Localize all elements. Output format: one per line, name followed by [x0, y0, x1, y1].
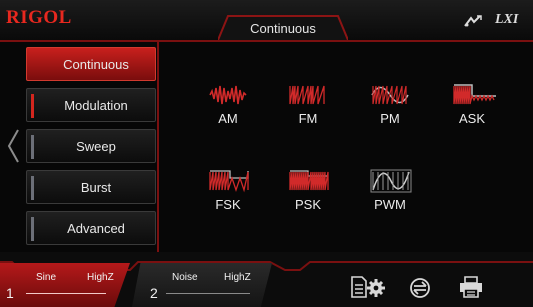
mod-pwm-tile[interactable]: PWM — [358, 168, 422, 214]
channel-number: 2 — [150, 285, 158, 301]
channel-underline — [26, 293, 106, 294]
function-generator-screen: RIGOL Continuous LXI Continuous Modulati… — [0, 0, 533, 307]
menu-item-indicator — [31, 217, 34, 241]
channel-impedance: HighZ — [224, 272, 251, 283]
rigol-logo: RIGOL — [6, 7, 72, 28]
channel-underline — [166, 293, 250, 294]
mod-am-tile[interactable]: AM — [196, 82, 260, 128]
header-divider — [0, 40, 533, 42]
menu-item-label: Advanced — [67, 221, 125, 236]
settings-gear-icon[interactable] — [366, 278, 386, 298]
menu-item-indicator — [31, 135, 34, 159]
ask-waveform-icon — [453, 84, 496, 105]
menu-advanced-button[interactable]: Advanced — [26, 211, 156, 245]
header-bar: RIGOL Continuous LXI — [0, 0, 533, 40]
mode-title: Continuous — [250, 21, 316, 36]
mod-label: FM — [298, 111, 318, 126]
mod-pm-tile[interactable]: PM — [358, 82, 422, 128]
menu-burst-button[interactable]: Burst — [26, 170, 156, 204]
channel-waveform: Noise — [172, 272, 198, 283]
menu-sweep-button[interactable]: Sweep — [26, 129, 156, 163]
channel-waveform: Sine — [36, 272, 57, 283]
mod-label: ASK — [458, 111, 485, 126]
mod-label: AM — [218, 111, 238, 126]
sync-icon[interactable] — [409, 277, 431, 299]
menu-modulation-button[interactable]: Modulation — [26, 88, 156, 122]
channel-1-tab[interactable]: 1 Sine HighZ — [0, 263, 130, 307]
am-waveform-icon — [209, 85, 247, 105]
mod-label: PM — [380, 111, 400, 126]
channel-number: 1 — [6, 285, 14, 301]
pwm-waveform-icon — [370, 169, 412, 193]
menu-item-label: Burst — [80, 180, 112, 195]
psk-waveform-icon — [289, 170, 329, 191]
mod-label: PSK — [294, 197, 321, 212]
menu-item-label: Modulation — [64, 98, 128, 113]
menu-item-indicator — [31, 94, 34, 118]
fsk-waveform-icon — [209, 170, 249, 193]
channel-2-tab[interactable]: 2 Noise HighZ — [132, 263, 272, 307]
menu-item-label: Sweep — [76, 139, 116, 154]
collapse-left-arrow-icon[interactable] — [6, 128, 20, 164]
mode-title-tab: Continuous — [218, 10, 348, 40]
menu-continuous-button[interactable]: Continuous — [26, 47, 156, 81]
mod-fm-tile[interactable]: FM — [276, 82, 340, 128]
mod-ask-tile[interactable]: ASK — [440, 82, 504, 128]
menu-item-indicator — [31, 176, 34, 200]
mod-fsk-tile[interactable]: FSK — [196, 168, 260, 214]
mod-label: PWM — [374, 197, 406, 212]
mod-label: FSK — [215, 197, 241, 212]
fm-waveform-icon — [289, 85, 325, 105]
mod-psk-tile[interactable]: PSK — [276, 168, 340, 214]
print-icon[interactable] — [459, 276, 483, 298]
lxi-icon: LXI — [495, 12, 519, 27]
channel-impedance: HighZ — [87, 272, 114, 283]
menu-item-label: Continuous — [63, 57, 129, 72]
pm-waveform-icon — [371, 85, 409, 105]
network-icon — [464, 15, 482, 27]
sidebar-divider — [157, 42, 159, 252]
